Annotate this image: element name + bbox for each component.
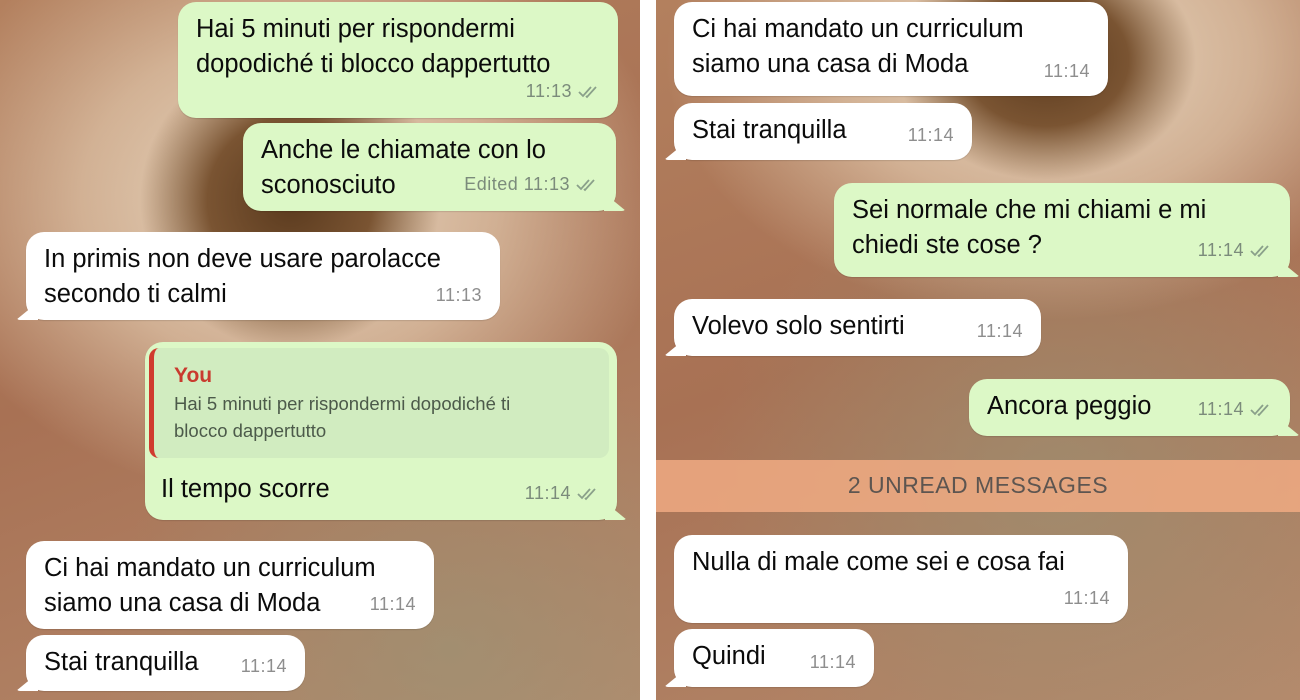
double-check-icon: [577, 478, 599, 513]
quoted-message[interactable]: You Hai 5 minuti per rispondermi dopodic…: [149, 348, 609, 458]
message-time: 11:13: [525, 81, 572, 101]
message-time: 11:14: [976, 321, 1023, 341]
quote-author: You: [174, 364, 213, 387]
message-incoming[interactable]: Stai tranquilla 11:14: [26, 635, 305, 691]
message-incoming[interactable]: Volevo solo sentirti 11:14: [674, 299, 1041, 356]
message-time: 11:14: [240, 656, 287, 676]
message-text: Ci hai mandato un curriculum siamo una c…: [44, 554, 376, 617]
message-outgoing[interactable]: Ancora peggio 11:14: [969, 379, 1290, 436]
message-text: In primis non deve usare parolacce secon…: [44, 245, 441, 308]
double-check-icon: [1250, 235, 1272, 270]
message-time: 11:14: [524, 483, 571, 503]
message-meta: Edited 11:13: [464, 167, 598, 204]
message-meta: 11:14: [1198, 392, 1272, 429]
chat-panel-right: Ci hai mandato un curriculum siamo una c…: [656, 0, 1300, 700]
double-check-icon: [578, 76, 600, 111]
message-time: 11:14: [1197, 399, 1244, 419]
double-check-icon: [576, 169, 598, 204]
chat-panel-left: Hai 5 minuti per rispondermi dopodiché t…: [0, 0, 640, 700]
message-time: 11:13: [435, 285, 482, 305]
quote-text: Hai 5 minuti per rispondermi dopodiché t…: [174, 393, 511, 441]
message-time: 11:14: [1043, 61, 1090, 81]
message-time: 11:14: [1063, 588, 1110, 608]
unread-messages-banner: 2 UNREAD MESSAGES: [656, 460, 1300, 512]
message-meta: 11:14: [525, 476, 599, 513]
message-meta: 11:14: [1198, 233, 1272, 270]
message-time: 11:14: [809, 652, 856, 672]
message-outgoing-reply[interactable]: You Hai 5 minuti per rispondermi dopodic…: [145, 342, 617, 520]
message-time: 11:14: [369, 594, 416, 614]
double-check-icon: [1250, 394, 1272, 429]
message-incoming[interactable]: In primis non deve usare parolacce secon…: [26, 232, 500, 320]
message-text: Volevo solo sentirti: [692, 312, 905, 340]
message-text: Hai 5 minuti per rispondermi dopodiché t…: [196, 15, 551, 78]
edited-label: Edited: [464, 174, 519, 194]
message-incoming[interactable]: Ci hai mandato un curriculum siamo una c…: [26, 541, 434, 629]
message-incoming[interactable]: Quindi 11:14: [674, 629, 874, 687]
message-time: 11:14: [1197, 240, 1244, 260]
message-incoming[interactable]: Nulla di male come sei e cosa fai 11:14: [674, 535, 1128, 623]
message-text: Ci hai mandato un curriculum siamo una c…: [692, 15, 1024, 78]
message-incoming[interactable]: Stai tranquilla 11:14: [674, 103, 972, 160]
message-incoming[interactable]: Ci hai mandato un curriculum siamo una c…: [674, 2, 1108, 96]
message-meta: 11:13: [526, 74, 600, 111]
message-outgoing[interactable]: Hai 5 minuti per rispondermi dopodiché t…: [178, 2, 618, 118]
message-outgoing[interactable]: Anche le chiamate con lo sconosciuto Edi…: [243, 123, 616, 211]
message-outgoing[interactable]: Sei normale che mi chiami e mi chiedi st…: [834, 183, 1290, 277]
message-text: Nulla di male come sei e cosa fai: [692, 548, 1065, 576]
message-time: 11:13: [523, 174, 570, 194]
message-time: 11:14: [907, 125, 954, 145]
panel-divider: [640, 0, 656, 700]
